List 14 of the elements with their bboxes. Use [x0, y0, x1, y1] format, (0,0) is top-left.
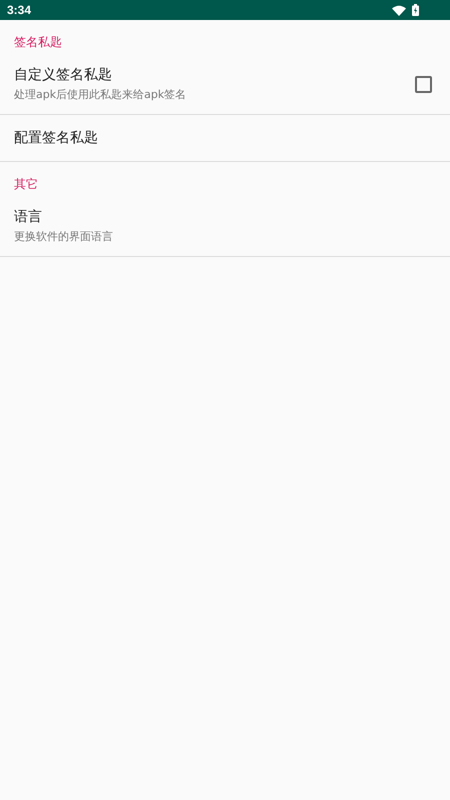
section-header: 签名私匙	[13, 34, 63, 51]
preference-item[interactable]: 语言 更换软件的界面语言	[0, 196, 450, 257]
preference-summary: 更换软件的界面语言	[14, 229, 113, 244]
battery-icon	[412, 4, 419, 16]
preference-title: 自定义签名私匙	[14, 66, 113, 84]
preference-title: 语言	[14, 208, 43, 226]
section-header: 其它	[13, 176, 39, 193]
preference-item[interactable]: 配置签名私匙	[0, 115, 450, 162]
preference-item[interactable]: 自定义签名私匙 处理apk后使用此私匙来给apk签名	[0, 54, 450, 115]
preference-title: 配置签名私匙	[14, 129, 98, 147]
wifi-icon	[392, 4, 406, 16]
preference-summary: 处理apk后使用此私匙来给apk签名	[14, 87, 186, 102]
checkbox[interactable]	[415, 76, 432, 92]
clock-time: 3:34	[7, 3, 32, 17]
